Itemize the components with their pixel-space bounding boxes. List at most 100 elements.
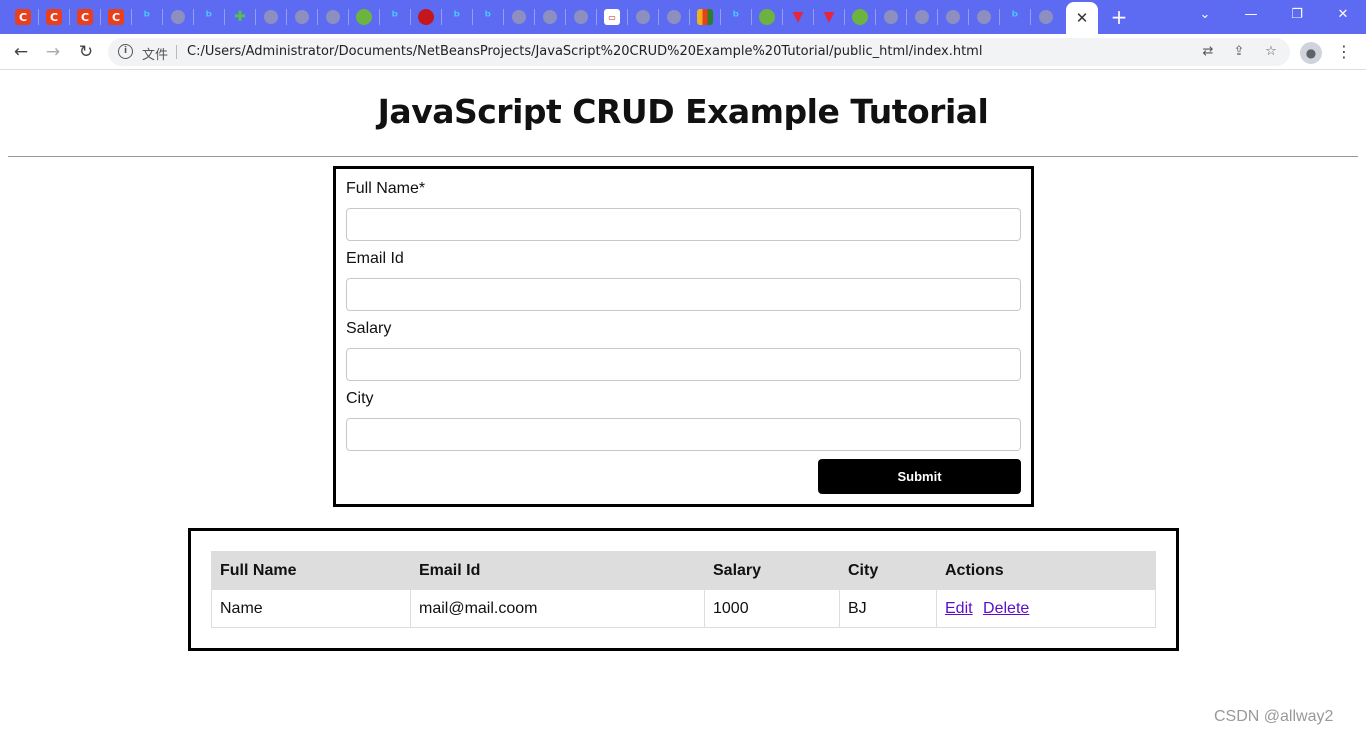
tab-favicon-bing-icon[interactable]: ᵇ <box>1000 6 1030 28</box>
tab-separator <box>596 9 597 25</box>
tab-favicon-globe-icon[interactable] <box>163 6 193 28</box>
bing-icon: ᵇ <box>205 9 213 25</box>
tab-favicon-bing-icon[interactable]: ᵇ <box>132 6 162 28</box>
tab-favicon-globe-icon[interactable] <box>876 6 906 28</box>
tab-favicon-globe-icon[interactable] <box>659 6 689 28</box>
tab-favicon-bing-icon[interactable]: ᵇ <box>473 6 503 28</box>
new-tab-button[interactable]: + <box>1108 6 1130 28</box>
tab-favicon-c-icon[interactable]: C <box>101 6 131 28</box>
globe-icon <box>1039 10 1053 24</box>
info-icon[interactable]: i <box>118 44 133 59</box>
tab-favicon-leaf-icon[interactable] <box>845 6 875 28</box>
tab-favicon-c-icon[interactable]: C <box>70 6 100 28</box>
tab-separator <box>782 9 783 25</box>
tab-favicon-red-icon[interactable] <box>411 6 441 28</box>
tab-favicon-globe-icon[interactable] <box>318 6 348 28</box>
menu-kebab-icon[interactable]: ⋮ <box>1334 41 1354 63</box>
bookmark-star-icon[interactable]: ☆ <box>1262 43 1280 61</box>
tab-favicon-leaf-icon[interactable] <box>349 6 379 28</box>
tab-favicon-vee-icon[interactable]: ▼ <box>783 6 813 28</box>
back-icon[interactable]: ← <box>9 40 33 64</box>
tab-separator <box>906 9 907 25</box>
tab-favicon-globe-icon[interactable] <box>1031 6 1061 28</box>
tab-favicon-dash-icon[interactable]: ▭ <box>597 6 627 28</box>
tab-separator <box>844 9 845 25</box>
tab-favicon-bing-icon[interactable]: ᵇ <box>721 6 751 28</box>
red-icon <box>418 9 434 25</box>
header-actions: Actions <box>936 551 1156 590</box>
delete-link[interactable]: Delete <box>983 600 1029 617</box>
cell-full-name: Name <box>211 589 411 628</box>
browser-toolbar: ← → ↻ i 文件 C:/Users/Administrator/Docume… <box>0 34 1366 70</box>
tab-favicon-globe-icon[interactable] <box>566 6 596 28</box>
cell-email: mail@mail.coom <box>410 589 705 628</box>
tab-separator <box>441 9 442 25</box>
city-input[interactable] <box>346 418 1021 451</box>
active-tab-close-button[interactable]: ✕ <box>1066 2 1098 34</box>
salary-input[interactable] <box>346 348 1021 381</box>
reload-icon[interactable]: ↻ <box>74 40 98 64</box>
c-icon: C <box>46 9 62 25</box>
leaf-icon <box>759 9 775 25</box>
bing-icon: ᵇ <box>391 9 399 25</box>
c-icon: C <box>108 9 124 25</box>
table-header-row: Full Name Email Id Salary City Actions <box>211 551 1156 590</box>
tab-separator <box>534 9 535 25</box>
globe-icon <box>543 10 557 24</box>
globe-icon <box>667 10 681 24</box>
edit-link[interactable]: Edit <box>945 600 973 617</box>
tab-separator <box>503 9 504 25</box>
tab-separator <box>69 9 70 25</box>
tab-favicon-leaf-icon[interactable] <box>752 6 782 28</box>
tab-favicon-c-icon[interactable]: C <box>8 6 38 28</box>
tab-favicon-globe-icon[interactable] <box>256 6 286 28</box>
url-scheme-label: 文件 <box>142 48 169 63</box>
puzzle-icon: ✚ <box>234 9 246 25</box>
globe-icon <box>264 10 278 24</box>
submit-button[interactable]: Submit <box>818 459 1021 494</box>
tab-search-icon[interactable]: ⌄ <box>1193 4 1217 26</box>
close-window-icon[interactable]: ✕ <box>1331 4 1355 26</box>
tab-favicon-globe-icon[interactable] <box>504 6 534 28</box>
email-input[interactable] <box>346 278 1021 311</box>
address-bar[interactable]: i 文件 C:/Users/Administrator/Documents/Ne… <box>108 38 1290 66</box>
tab-separator <box>689 9 690 25</box>
tab-favicon-vee-icon[interactable]: ▼ <box>814 6 844 28</box>
cell-actions: Edit Delete <box>936 589 1156 628</box>
tab-separator <box>937 9 938 25</box>
tab-separator <box>224 9 225 25</box>
tab-favicon-globe-icon[interactable] <box>535 6 565 28</box>
tab-favicon-c-icon[interactable]: C <box>39 6 69 28</box>
tab-favicon-bing-icon[interactable]: ᵇ <box>442 6 472 28</box>
forward-icon[interactable]: → <box>41 40 65 64</box>
full-name-input[interactable] <box>346 208 1021 241</box>
tab-separator <box>317 9 318 25</box>
tab-favicon-globe-icon[interactable] <box>287 6 317 28</box>
share-icon[interactable]: ⇪ <box>1230 43 1248 61</box>
tab-separator <box>410 9 411 25</box>
globe-icon <box>574 10 588 24</box>
translate-icon[interactable]: ⇄ <box>1199 43 1217 61</box>
globe-icon <box>977 10 991 24</box>
tab-separator <box>286 9 287 25</box>
tab-favicon-grid-icon[interactable] <box>690 6 720 28</box>
tab-favicon-puzzle-icon[interactable]: ✚ <box>225 6 255 28</box>
minimize-icon[interactable]: — <box>1239 4 1263 26</box>
table-row: Name mail@mail.coom 1000 BJ Edit Delete <box>211 589 1156 628</box>
tab-favicon-globe-icon[interactable] <box>969 6 999 28</box>
bing-icon: ᵇ <box>1011 9 1019 25</box>
globe-icon <box>295 10 309 24</box>
tab-separator <box>627 9 628 25</box>
tab-favicon-bing-icon[interactable]: ᵇ <box>380 6 410 28</box>
tab-favicon-globe-icon[interactable] <box>938 6 968 28</box>
tab-favicon-bing-icon[interactable]: ᵇ <box>194 6 224 28</box>
profile-avatar-icon[interactable]: ● <box>1300 42 1322 64</box>
url-text[interactable]: C:/Users/Administrator/Documents/NetBean… <box>187 44 982 59</box>
horizontal-rule <box>8 156 1358 157</box>
restore-icon[interactable]: ❐ <box>1285 4 1309 26</box>
tab-favicon-globe-icon[interactable] <box>628 6 658 28</box>
header-full-name: Full Name <box>211 551 411 590</box>
email-label: Email Id <box>346 250 404 267</box>
cell-city: BJ <box>839 589 937 628</box>
tab-favicon-globe-icon[interactable] <box>907 6 937 28</box>
